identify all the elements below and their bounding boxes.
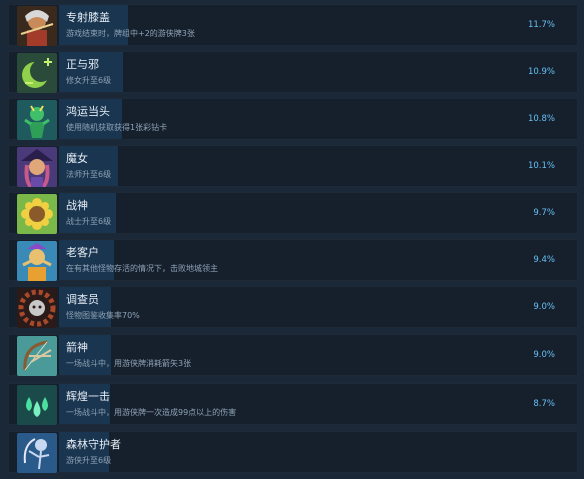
achievement-title: 专射膝盖 <box>66 11 110 24</box>
achievement-row[interactable]: 鸿运当头 使用随机获取获得1张彩钻卡 10.8% <box>8 98 578 140</box>
achievement-title: 鸿运当头 <box>66 105 110 118</box>
achievement-list: 专射膝盖 游戏结束时，牌组中+2的游侠牌3张 11.7% 正与邪 修女升至6级 … <box>0 0 584 479</box>
achievement-description: 游戏结束时，牌组中+2的游侠牌3张 <box>66 29 195 38</box>
unlock-percent: 9.0% <box>533 350 555 360</box>
achievement-row[interactable]: 老客户 在有其他怪物存活的情况下，击败地城领主 9.4% <box>8 239 578 281</box>
achievement-row[interactable]: 辉煌一击 一场战斗中，用游侠牌一次造成99点以上的伤害 8.7% <box>8 383 578 425</box>
achievement-description: 使用随机获取获得1张彩钻卡 <box>66 123 168 132</box>
archer-portrait-icon <box>17 6 57 46</box>
unlock-percent: 9.0% <box>533 302 555 312</box>
achievement-title: 战神 <box>66 199 88 212</box>
unlock-percent: 10.9% <box>527 67 555 77</box>
achievement-description: 战士升至6级 <box>66 217 112 226</box>
achievement-title: 调查员 <box>66 293 99 306</box>
sunflower-icon <box>17 194 57 234</box>
unlock-percent: 10.8% <box>527 114 555 124</box>
achievement-title: 正与邪 <box>66 58 99 71</box>
achievement-row[interactable]: 调查员 怪物图鉴收集率70% 9.0% <box>8 286 578 328</box>
green-crescent-icon <box>17 53 57 93</box>
unlock-percent: 9.4% <box>533 255 555 265</box>
witch-portrait-icon <box>17 147 57 187</box>
achievement-description: 修女升至6级 <box>66 76 112 85</box>
monster-wreath-icon <box>17 288 57 328</box>
forest-archer-icon <box>17 433 57 473</box>
unlock-percent: 9.7% <box>533 208 555 218</box>
achievement-title: 箭神 <box>66 341 88 354</box>
unlock-percent: 11.7% <box>527 20 555 30</box>
green-drops-icon <box>17 385 57 425</box>
achievement-title: 魔女 <box>66 152 88 165</box>
achievement-title: 老客户 <box>66 246 99 259</box>
achievement-description: 一场战斗中，用游侠牌消耗箭矢3张 <box>66 359 192 368</box>
achievement-description: 法师升至6级 <box>66 170 112 179</box>
achievement-description: 怪物图鉴收集率70% <box>66 311 140 320</box>
achievement-row[interactable]: 魔女 法师升至6级 10.1% <box>8 145 578 187</box>
achievement-title: 辉煌一击 <box>66 390 110 403</box>
achievement-row[interactable]: 战神 战士升至6级 9.7% <box>8 192 578 234</box>
unlock-percent: 8.7% <box>533 399 555 409</box>
achievement-row[interactable]: 森林守护者 游侠升至6级 <box>8 431 578 473</box>
green-demon-icon <box>17 100 57 140</box>
achievement-row[interactable]: 正与邪 修女升至6级 10.9% <box>8 51 578 93</box>
achievement-description: 一场战斗中，用游侠牌一次造成99点以上的伤害 <box>66 408 237 417</box>
achievement-row[interactable]: 箭神 一场战斗中，用游侠牌消耗箭矢3张 9.0% <box>8 334 578 376</box>
achievement-description: 在有其他怪物存活的情况下，击败地城领主 <box>66 264 218 273</box>
achievement-description: 游侠升至6级 <box>66 456 112 465</box>
achievement-row[interactable]: 专射膝盖 游戏结束时，牌组中+2的游侠牌3张 11.7% <box>8 4 578 46</box>
merchant-portrait-icon <box>17 241 57 281</box>
bow-arrows-icon <box>17 336 57 376</box>
achievement-title: 森林守护者 <box>66 438 121 451</box>
unlock-percent: 10.1% <box>527 161 555 171</box>
